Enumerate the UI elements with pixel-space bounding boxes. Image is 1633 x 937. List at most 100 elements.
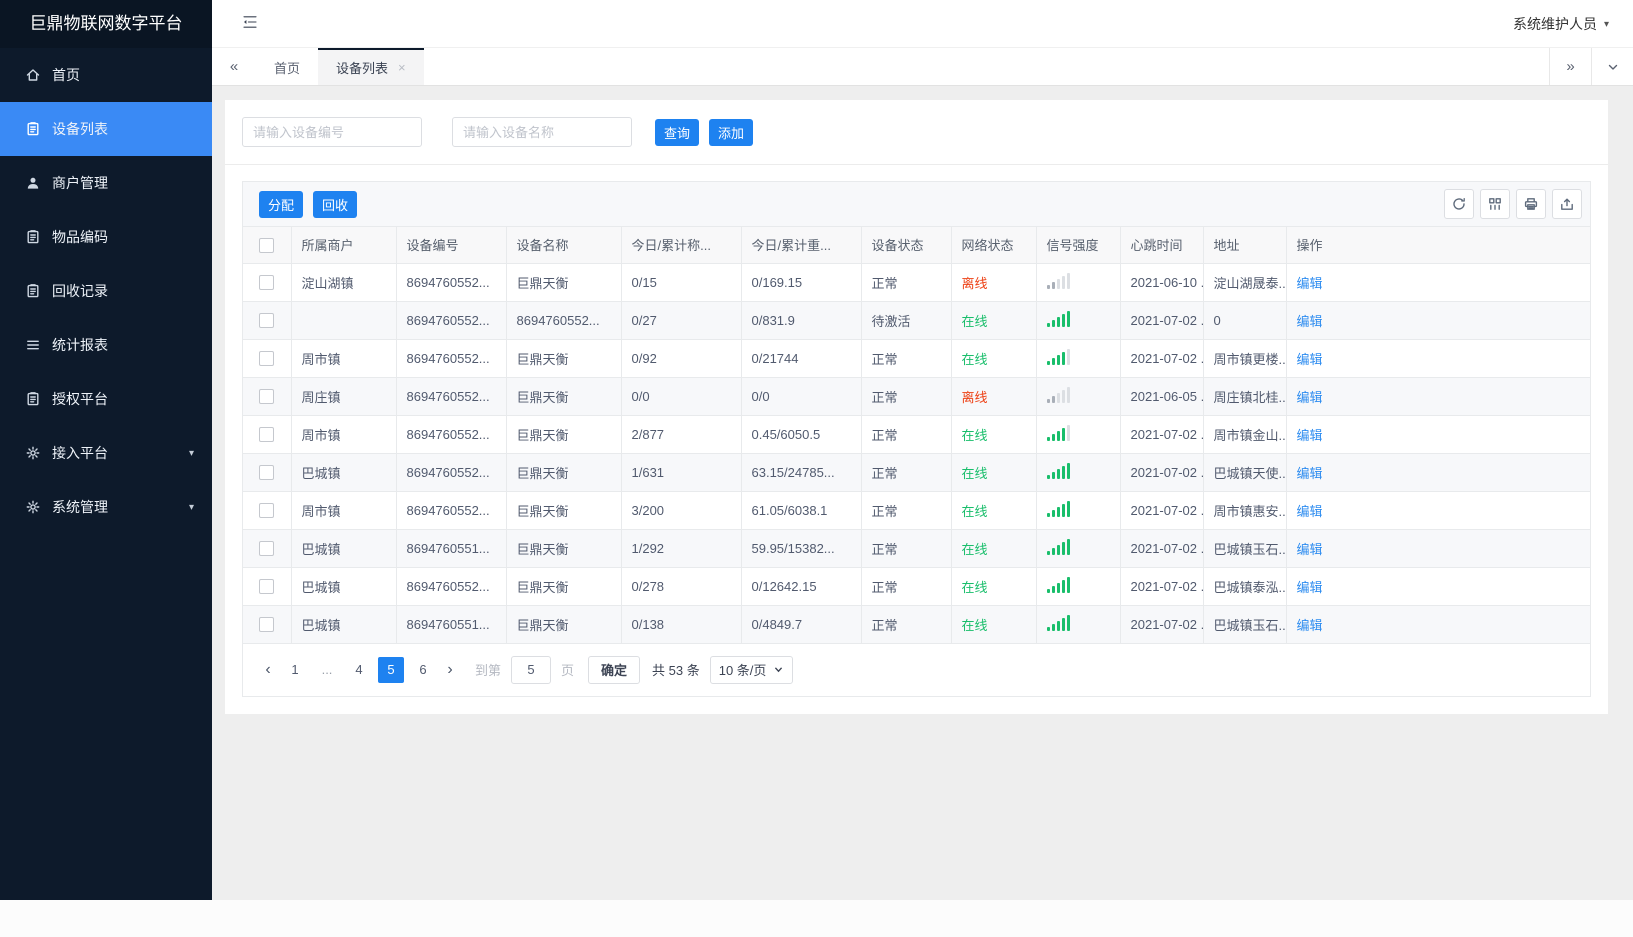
address-cell: 巴城镇玉石... (1202, 604, 1287, 644)
row-checkbox[interactable] (259, 579, 275, 595)
user-menu[interactable]: 系统维护人员 ▾ (1513, 0, 1609, 48)
signal-strength-cell (1035, 490, 1121, 530)
print-button[interactable] (1516, 189, 1546, 219)
prev-page-icon[interactable]: ‹ (257, 661, 279, 679)
device-list-panel: 查询 添加 分配 回收 所属商户设备编号设备名称今日/累计称...今日/累计重.… (225, 100, 1608, 714)
page-number-1[interactable]: 1 (282, 657, 308, 683)
today-count-cell: 2/877 (620, 414, 742, 454)
recycle-button[interactable]: 回收 (313, 190, 358, 218)
select-all-checkbox[interactable] (259, 237, 275, 253)
sidebar-item-statistics-report[interactable]: 统计报表 (0, 318, 212, 372)
edit-link[interactable]: 编辑 (1297, 428, 1323, 443)
heartbeat-time-cell: 2021-06-10 ... (1119, 262, 1204, 302)
export-button[interactable] (1552, 189, 1582, 219)
device-status-cell: 正常 (860, 566, 952, 606)
edit-link[interactable]: 编辑 (1297, 542, 1323, 557)
today-count-cell: 0/138 (620, 604, 742, 644)
today-count-cell: 0/278 (620, 566, 742, 606)
today-count-cell: 0/92 (620, 338, 742, 378)
tab-home[interactable]: 首页 (256, 48, 318, 85)
row-checkbox[interactable] (259, 275, 275, 291)
caret-down-icon: ▾ (188, 447, 194, 459)
page-number-4[interactable]: 4 (346, 657, 372, 683)
signal-bars-icon (1046, 424, 1072, 441)
row-checkbox[interactable] (259, 351, 275, 367)
merchant-cell: 周市镇 (290, 414, 397, 454)
query-button[interactable]: 查询 (655, 118, 700, 146)
columns-button[interactable] (1480, 189, 1510, 219)
device-code-cell: 8694760552... (395, 490, 507, 530)
heartbeat-time-cell: 2021-07-02 ... (1119, 414, 1204, 454)
refresh-button[interactable] (1444, 189, 1474, 219)
next-page-icon[interactable]: › (439, 661, 461, 679)
row-select-cell (243, 490, 292, 530)
close-icon[interactable]: × (398, 60, 406, 75)
sidebar-item-label: 统计报表 (52, 337, 108, 353)
edit-link[interactable]: 编辑 (1297, 276, 1323, 291)
device-code-input[interactable] (242, 117, 422, 147)
signal-strength-cell (1035, 452, 1121, 492)
sidebar-menu: 首页 设备列表 商户管理 物品编码 回收记录统计报表授权平台接入平台 ▾ 系统管理 ▾ (0, 48, 212, 534)
edit-link[interactable]: 编辑 (1297, 390, 1323, 405)
sidebar-item-recycle-record[interactable]: 回收记录 (0, 264, 212, 318)
heartbeat-time-cell: 2021-07-02 ... (1119, 566, 1204, 606)
device-name-cell: 巨鼎天衡 (505, 566, 622, 606)
chevrons-right-icon[interactable]: » (1549, 48, 1591, 85)
edit-link[interactable]: 编辑 (1297, 504, 1323, 519)
row-checkbox[interactable] (259, 465, 275, 481)
confirm-button[interactable]: 确定 (588, 655, 641, 684)
column-header-7: 信号强度 (1035, 227, 1121, 264)
header-select-all-cell (243, 227, 292, 264)
sidebar-item-access-platform[interactable]: 接入平台 ▾ (0, 426, 212, 480)
row-checkbox[interactable] (259, 503, 275, 519)
sidebar-item-home[interactable]: 首页 (0, 48, 212, 102)
row-checkbox[interactable] (259, 313, 275, 329)
device-table: 所属商户 设备编号 设备名称 今日/累计称... 今日/累计重... 设备状态 网络状态 信号… (243, 227, 1590, 644)
edit-link[interactable]: 编辑 (1297, 466, 1323, 481)
device-status-cell: 待激活 (860, 300, 952, 340)
sidebar-item-merchant-management[interactable]: 商户管理 (0, 156, 212, 210)
gear-icon (24, 499, 41, 516)
device-code-cell: 8694760552... (395, 300, 507, 340)
sidebar-item-item-code[interactable]: 物品编码 (0, 210, 212, 264)
edit-link[interactable]: 编辑 (1297, 352, 1323, 367)
page-number-6[interactable]: 6 (410, 657, 436, 683)
row-checkbox[interactable] (259, 617, 275, 633)
menu-fold-icon[interactable] (242, 14, 262, 34)
jump-page-input[interactable] (511, 655, 552, 684)
clipboard-icon (24, 283, 41, 300)
sidebar-item-system-management[interactable]: 系统管理 ▾ (0, 480, 212, 534)
row-checkbox[interactable] (259, 541, 275, 557)
device-name-input[interactable] (452, 117, 632, 147)
device-name-cell: 巨鼎天衡 (505, 604, 622, 644)
edit-link[interactable]: 编辑 (1297, 618, 1323, 633)
page-size-select[interactable]: 10 条/页 (709, 655, 794, 684)
row-select-cell (243, 604, 292, 644)
assign-button[interactable]: 分配 (259, 190, 304, 218)
sidebar-item-authorization-platform[interactable]: 授权平台 (0, 372, 212, 426)
add-button[interactable]: 添加 (709, 118, 754, 146)
column-header-2: 设备名称 (505, 227, 622, 264)
chevron-down-icon[interactable] (1591, 48, 1633, 85)
table-row: 周庄镇 8694760552... 巨鼎天衡 0/0 0/0 正常 离线 2021-06-05… (243, 376, 1590, 416)
chevrons-left-icon[interactable]: « (212, 48, 256, 85)
tab-device-list[interactable]: 设备列表 × (318, 48, 424, 85)
signal-strength-cell (1035, 376, 1121, 416)
clipboard-icon (24, 121, 41, 138)
page-number-5[interactable]: 5 (378, 656, 404, 683)
table-row: 周市镇 8694760552... 巨鼎天衡 2/877 0.45/6050.5 正常 在线… (243, 414, 1590, 454)
device-name-cell: 巨鼎天衡 (505, 376, 622, 416)
sidebar-item-device-list[interactable]: 设备列表 (0, 102, 212, 156)
device-code-cell: 8694760551... (395, 528, 507, 568)
sidebar-item-label: 授权平台 (52, 391, 108, 407)
chevron-down-icon (773, 664, 784, 675)
edit-link[interactable]: 编辑 (1297, 314, 1323, 329)
row-checkbox[interactable] (259, 389, 275, 405)
address-cell: 周庄镇北桂... (1202, 376, 1287, 416)
row-checkbox[interactable] (259, 427, 275, 443)
operation-cell: 编辑 (1285, 338, 1590, 378)
gear-icon (24, 445, 41, 462)
address-cell: 巴城镇玉石... (1202, 528, 1287, 568)
edit-link[interactable]: 编辑 (1297, 580, 1323, 595)
row-select-cell (243, 528, 292, 568)
